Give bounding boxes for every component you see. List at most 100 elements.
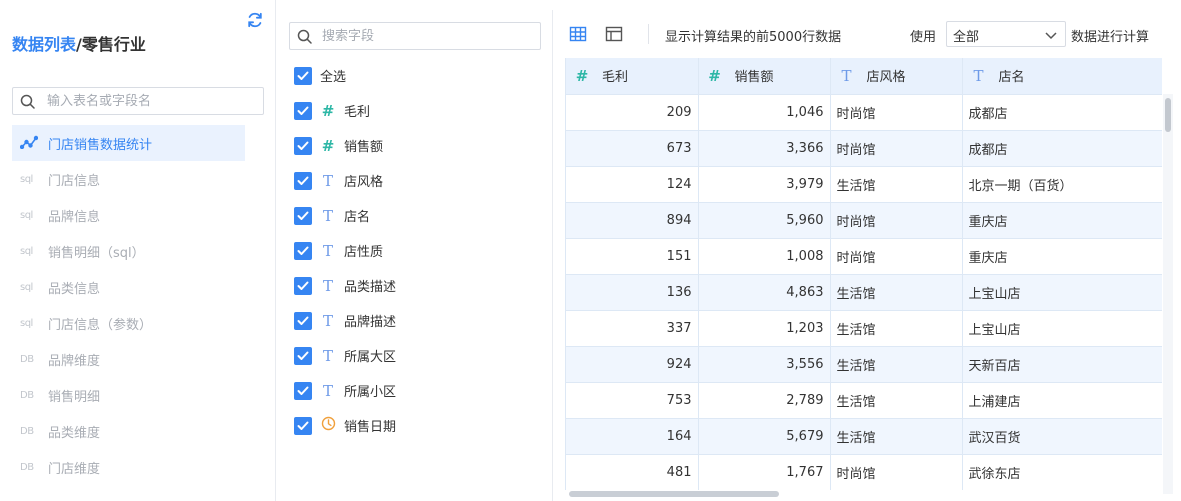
table-cell: 生活馆 [830, 310, 963, 347]
column-header[interactable]: T 店风格 [830, 58, 963, 95]
select-all-label: 全选 [320, 70, 347, 85]
table-list-item[interactable]: 门店销售数据统计 [12, 125, 245, 161]
table-cell: 4,863 [698, 274, 831, 311]
table-cell: 5,960 [698, 202, 831, 239]
table-list-item-label: 门店信息 [48, 173, 101, 189]
field-label: 店性质 [344, 245, 384, 260]
field-item[interactable]: # 销售额 [294, 128, 544, 163]
field-checkbox[interactable] [294, 276, 312, 295]
sql-table-icon: sql [20, 281, 33, 293]
table-cell: 时尚馆 [830, 94, 963, 131]
table-list-item-label: 门店维度 [48, 461, 101, 477]
field-checkbox[interactable] [294, 136, 312, 155]
table-row[interactable]: 164 5,679 生活馆 武汉百货 [566, 418, 1162, 455]
number-type-icon: # [708, 67, 721, 86]
field-checkbox[interactable] [294, 171, 312, 190]
field-item[interactable]: T 所属大区 [294, 338, 544, 373]
table-list-item[interactable]: sql 门店信息 [12, 161, 245, 197]
field-checkbox[interactable] [294, 346, 312, 365]
table-list-item[interactable]: sql 品类信息 [12, 269, 245, 305]
field-checkbox[interactable] [294, 101, 312, 120]
text-type-icon: T [322, 241, 333, 260]
table-list-item[interactable]: sql 品牌信息 [12, 197, 245, 233]
table-cell: 164 [566, 418, 699, 455]
field-checkbox[interactable] [294, 206, 312, 225]
select-all-checkbox[interactable] [294, 66, 312, 85]
field-list-panel: 全选 # 毛利 # 销售额 T 店风格 T 店名 T 店性质 T 品类描述 T 品牌描述 T 所属大区 T 所属小… [277, 0, 549, 501]
refresh-icon[interactable] [246, 11, 264, 29]
table-row[interactable]: 151 1,008 时尚馆 重庆店 [566, 238, 1162, 275]
table-cell: 生活馆 [830, 382, 963, 419]
field-item[interactable]: T 品牌描述 [294, 303, 544, 338]
field-item[interactable]: T 店性质 [294, 233, 544, 268]
field-checkbox[interactable] [294, 241, 312, 260]
field-item[interactable]: T 店风格 [294, 163, 544, 198]
table-list: 门店销售数据统计 sql 门店信息 sql 品牌信息 sql 销售明细（sql） sql 品类信… [12, 125, 245, 485]
column-header[interactable]: # 毛利 [566, 58, 699, 95]
data-preview-panel: 显示计算结果的前5000行数据 使用 全部 数据进行计算 # 毛利 # 销售额 T 店风格… [552, 10, 1181, 501]
table-cell: 上浦建店 [962, 382, 1162, 419]
vertical-scroll-thumb[interactable] [1165, 98, 1171, 132]
table-row[interactable]: 673 3,366 时尚馆 成都店 [566, 130, 1162, 167]
table-row[interactable]: 136 4,863 生活馆 上宝山店 [566, 274, 1162, 311]
db-table-icon: DB [20, 461, 34, 473]
horizontal-scroll-thumb[interactable] [569, 491, 779, 497]
field-checkbox[interactable] [294, 311, 312, 330]
table-cell: 成都店 [962, 94, 1162, 131]
field-label: 店风格 [344, 175, 384, 190]
field-checkbox[interactable] [294, 381, 312, 400]
table-list-item[interactable]: DB 门店维度 [12, 449, 245, 485]
table-cell: 3,979 [698, 166, 831, 203]
table-cell: 生活馆 [830, 346, 963, 383]
breadcrumb: 数据列表/零售行业 [12, 31, 146, 55]
field-search-input[interactable] [322, 26, 532, 46]
table-cell: 天新百店 [962, 346, 1162, 383]
db-table-icon: DB [20, 353, 34, 365]
table-cell: 生活馆 [830, 274, 963, 311]
text-type-icon: T [322, 381, 333, 400]
table-row[interactable]: 924 3,556 生活馆 天新百店 [566, 346, 1162, 383]
horizontal-scrollbar[interactable] [565, 490, 1162, 498]
table-list-item[interactable]: sql 销售明细（sql） [12, 233, 245, 269]
table-cell: 时尚馆 [830, 454, 963, 490]
field-search-box[interactable] [289, 22, 541, 50]
field-item[interactable]: # 毛利 [294, 93, 544, 128]
data-grid: # 毛利 # 销售额 T 店风格 T 店名 209 1,046 时尚馆 成都店 673 3,366 时尚馆… [565, 58, 1162, 490]
table-list-item[interactable]: DB 品类维度 [12, 413, 245, 449]
table-row[interactable]: 894 5,960 时尚馆 重庆店 [566, 202, 1162, 239]
table-cell: 337 [566, 310, 699, 347]
column-header[interactable]: T 店名 [962, 58, 1162, 95]
field-item[interactable]: T 所属小区 [294, 373, 544, 408]
vertical-scrollbar[interactable] [1163, 94, 1173, 494]
table-list-panel: 数据列表/零售行业 门店销售数据统计 sql 门店信息 sql 品牌信息 sql 销售明细（… [0, 0, 276, 501]
table-cell: 武徐东店 [962, 454, 1162, 490]
table-row[interactable]: 753 2,789 生活馆 上浦建店 [566, 382, 1162, 419]
table-list-item-label: 品类信息 [48, 281, 101, 297]
field-item[interactable]: T 店名 [294, 198, 544, 233]
table-list-item[interactable]: DB 销售明细 [12, 377, 245, 413]
table-row[interactable]: 209 1,046 时尚馆 成都店 [566, 94, 1162, 131]
table-list-item[interactable]: sql 门店信息（参数） [12, 305, 245, 341]
calc-suffix-label: 数据进行计算 [1071, 30, 1150, 45]
field-label: 销售日期 [344, 420, 397, 435]
grid-view-icon[interactable] [569, 25, 587, 43]
grid-header-row: # 毛利 # 销售额 T 店风格 T 店名 [566, 58, 1162, 95]
table-list-item-label: 销售明细（sql） [48, 245, 145, 261]
select-all-item[interactable]: 全选 [294, 58, 544, 93]
table-row[interactable]: 124 3,979 生活馆 北京一期（百货） [566, 166, 1162, 203]
table-list-item[interactable]: DB 品牌维度 [12, 341, 245, 377]
table-row[interactable]: 481 1,767 时尚馆 武徐东店 [566, 454, 1162, 490]
field-label: 所属大区 [344, 350, 397, 365]
field-checkbox[interactable] [294, 416, 312, 435]
field-item[interactable]: T 品类描述 [294, 268, 544, 303]
table-search-input[interactable] [47, 91, 257, 111]
field-label: 店名 [344, 210, 371, 225]
table-search-box[interactable] [12, 87, 264, 115]
field-item[interactable]: 销售日期 [294, 408, 544, 443]
table-cell: 上宝山店 [962, 310, 1162, 347]
table-row[interactable]: 337 1,203 生活馆 上宝山店 [566, 310, 1162, 347]
breadcrumb-data-list[interactable]: 数据列表 [12, 35, 76, 54]
column-header[interactable]: # 销售额 [698, 58, 831, 95]
calculation-scope-select[interactable]: 全部 [946, 21, 1066, 47]
layout-view-icon[interactable] [605, 25, 623, 43]
